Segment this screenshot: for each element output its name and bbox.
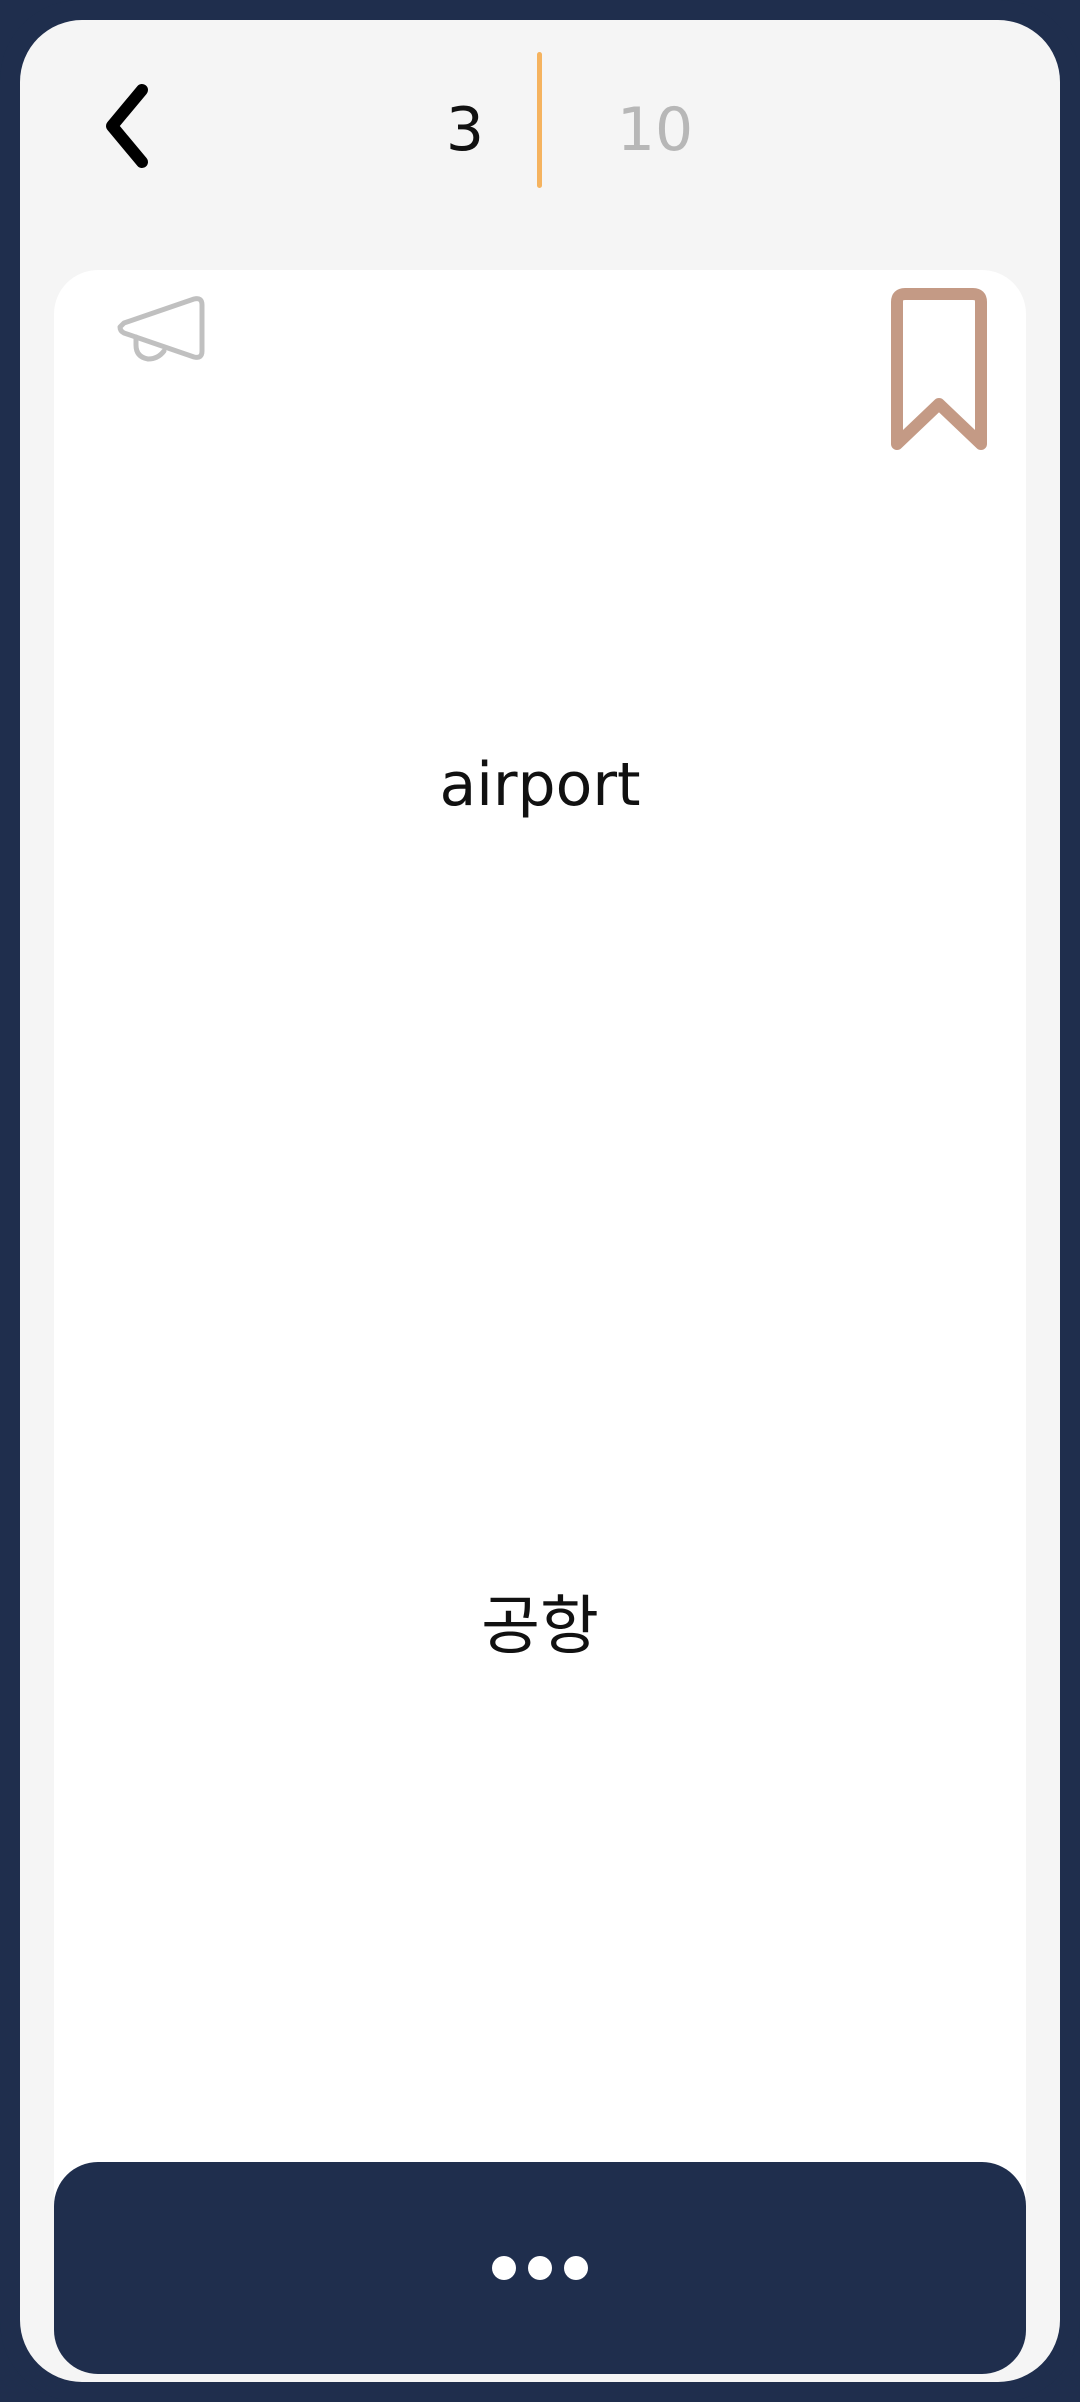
device-frame: 3 10 airport 공항 — [0, 0, 1080, 2402]
play-sound-button[interactable] — [114, 295, 224, 395]
total-card-count: 10 — [616, 95, 694, 165]
counter-divider — [537, 52, 542, 188]
dot — [492, 2256, 516, 2280]
dot — [528, 2256, 552, 2280]
english-word: airport — [439, 750, 641, 820]
megaphone-icon — [117, 296, 205, 362]
chevron-left-icon — [106, 84, 148, 168]
back-button[interactable] — [90, 70, 170, 180]
korean-translation: 공항 — [481, 1590, 599, 1664]
more-options-button[interactable] — [54, 2162, 1026, 2374]
current-card-number: 3 — [445, 95, 485, 165]
bookmark-icon — [891, 288, 987, 450]
dot — [564, 2256, 588, 2280]
flashcard[interactable]: airport 공항 — [54, 270, 1026, 2320]
bookmark-button[interactable] — [879, 288, 999, 458]
top-bar: 3 10 — [20, 20, 1060, 250]
more-dots-icon — [492, 2256, 588, 2280]
app-screen: 3 10 airport 공항 — [20, 20, 1060, 2382]
